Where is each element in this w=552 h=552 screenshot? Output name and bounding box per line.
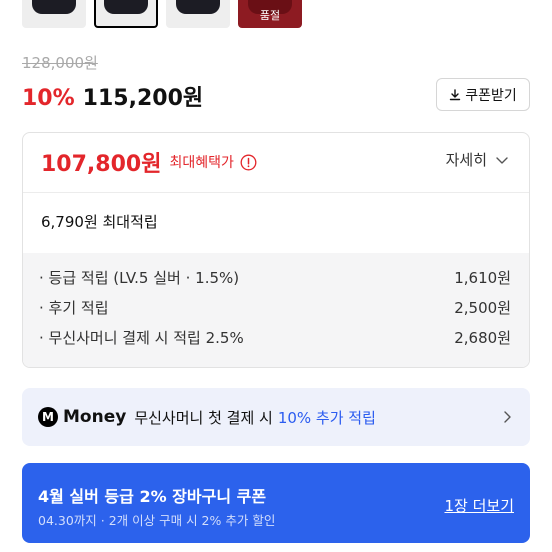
thumbnail-strip: 품절 [22,0,302,28]
money-logo-icon: M [38,407,58,427]
original-price: 128,000원 [22,54,98,72]
more-coupons-link[interactable]: 1장 더보기 [444,495,514,516]
cart-coupon-banner: 4월 실버 등급 2% 장바구니 쿠폰 04.30까지 · 2개 이상 구매 시… [22,463,530,543]
soldout-label: 품절 [259,9,281,22]
thumbnail-2-selected[interactable] [94,0,158,28]
points-row-value: 2,680원 [454,329,511,347]
price-row: 10% 115,200원 [22,80,203,112]
product-image [104,0,148,14]
thumbnail-3[interactable] [166,0,230,28]
coupon-banner-title: 4월 실버 등급 2% 장바구니 쿠폰 [38,487,267,506]
money-brand: Money [63,407,127,427]
points-row-label: · 후기 적립 [39,299,109,317]
benefit-box: 107,800원 최대혜택가 자세히 6,790원 최대적립 · 등급 적립 (… [22,132,530,368]
coupon-download-label: 쿠폰받기 [465,87,517,104]
info-icon[interactable] [240,154,257,171]
points-row-label: · 무신사머니 결제 시 적립 2.5% [39,329,244,347]
thumbnail-1[interactable] [22,0,86,28]
points-row-value: 2,500원 [454,299,511,317]
product-image [32,0,76,14]
detail-label: 자세히 [445,151,487,169]
detail-toggle-button[interactable]: 자세히 [446,149,509,170]
points-row-review: · 후기 적립 2,500원 [39,297,511,318]
points-row-label: · 등급 적립 (LV.5 실버 · 1.5%) [39,269,240,287]
points-breakdown: · 등급 적립 (LV.5 실버 · 1.5%) 1,610원 · 후기 적립 … [23,253,529,367]
points-row-money: · 무신사머니 결제 시 적립 2.5% 2,680원 [39,327,511,348]
thumbnail-4-soldout[interactable]: 품절 [238,0,302,28]
money-banner-highlight: 10% 추가 적립 [277,408,376,427]
sale-price: 115,200원 [82,86,204,111]
chevron-right-icon [504,411,511,423]
musinsa-money-banner[interactable]: M Money 무신사머니 첫 결제 시 10% 추가 적립 [22,388,530,446]
coupon-banner-subtitle: 04.30까지 · 2개 이상 구매 시 2% 추가 할인 [38,513,276,528]
max-benefit-label: 최대혜택가 [169,155,234,171]
discount-rate: 10% [22,86,75,111]
max-benefit-price: 107,800원 [41,152,162,177]
max-points: 6,790원 최대적립 [41,213,158,231]
product-image [176,0,220,14]
points-row-grade: · 등급 적립 (LV.5 실버 · 1.5%) 1,610원 [39,267,511,288]
chevron-down-icon [496,156,508,164]
points-row-value: 1,610원 [454,269,511,287]
divider [23,192,529,193]
benefit-header: 107,800원 최대혜택가 자세히 [41,147,511,177]
coupon-download-button[interactable]: 쿠폰받기 [436,78,530,111]
money-banner-text: 무신사머니 첫 결제 시 [134,408,273,427]
download-icon [450,88,461,100]
